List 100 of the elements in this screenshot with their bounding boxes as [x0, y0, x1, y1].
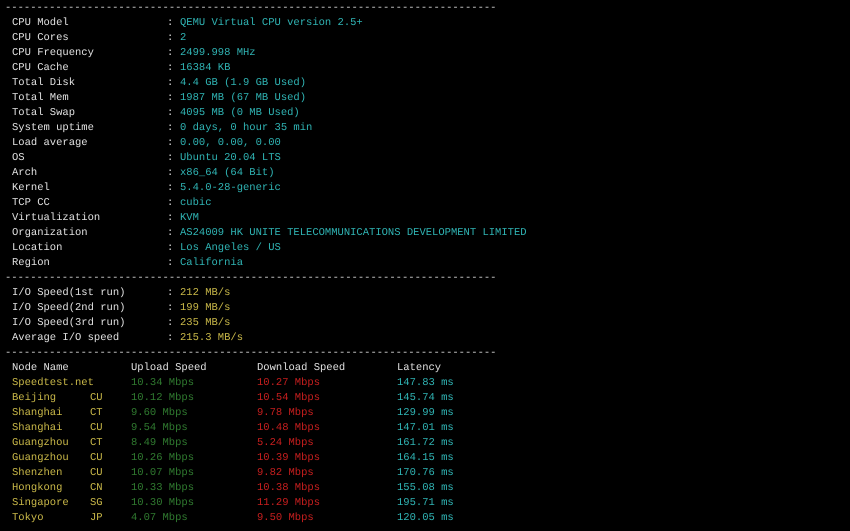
field-label: Total Swap: [12, 106, 76, 121]
field-value: KVM: [180, 211, 199, 226]
latency: 164.15 ms: [397, 451, 455, 466]
node-name: Beijing: [12, 391, 56, 406]
colon: :: [167, 301, 174, 316]
field-label: OS: [12, 151, 26, 166]
colon: :: [167, 166, 174, 181]
colon: :: [167, 181, 174, 196]
colon: :: [167, 196, 174, 211]
node-name: Shanghai: [12, 406, 62, 421]
download-speed: 10.27 Mbps: [257, 376, 322, 391]
download-speed: 9.78 Mbps: [257, 406, 315, 421]
latency: 120.05 ms: [397, 511, 455, 526]
isp-code: CU: [90, 451, 103, 466]
field-label: Kernel: [12, 181, 51, 196]
download-speed: 10.39 Mbps: [257, 451, 322, 466]
colon: :: [167, 106, 174, 121]
field-label: CPU Cache: [12, 61, 70, 76]
colon: :: [167, 256, 174, 271]
colon: :: [167, 76, 174, 91]
upload-speed: 10.33 Mbps: [131, 481, 196, 496]
latency: 129.99 ms: [397, 406, 455, 421]
field-label: Organization: [12, 226, 89, 241]
upload-speed: 10.26 Mbps: [131, 451, 196, 466]
node-name: Tokyo: [12, 511, 44, 526]
colon: :: [167, 136, 174, 151]
field-label: TCP CC: [12, 196, 51, 211]
field-value: California: [180, 256, 244, 271]
field-label: I/O Speed(2nd run): [12, 301, 126, 316]
field-value: 2499.998 MHz: [180, 46, 256, 61]
latency: 145.74 ms: [397, 391, 455, 406]
column-header: Node Name: [12, 361, 70, 376]
field-value: x86_64 (64 Bit): [180, 166, 275, 181]
field-value: cubic: [180, 196, 212, 211]
field-label: Location: [12, 241, 64, 256]
separator-line: ------------------------------------------------------------------------------: [5, 347, 496, 359]
field-value: Los Angeles / US: [180, 241, 281, 256]
latency: 195.71 ms: [397, 496, 455, 511]
separator-line: ------------------------------------------------------------------------------: [5, 2, 496, 14]
column-header: Latency: [397, 361, 442, 376]
field-value: 215.3 MB/s: [180, 331, 244, 346]
isp-code: CT: [90, 436, 103, 451]
isp-code: CN: [90, 481, 103, 496]
field-label: Total Mem: [12, 91, 70, 106]
field-label: System uptime: [12, 121, 95, 136]
field-label: Arch: [12, 166, 38, 181]
node-name: Guangzhou: [12, 436, 69, 451]
field-value: 4095 MB (0 MB Used): [180, 106, 300, 121]
field-value: 212 MB/s: [180, 286, 230, 301]
upload-speed: 10.07 Mbps: [131, 466, 196, 481]
colon: :: [167, 61, 174, 76]
colon: :: [167, 31, 174, 46]
colon: :: [167, 16, 174, 31]
field-label: CPU Cores: [12, 31, 70, 46]
field-label: CPU Frequency: [12, 46, 95, 61]
latency: 147.01 ms: [397, 421, 455, 436]
node-name: Shenzhen: [12, 466, 62, 481]
upload-speed: 4.07 Mbps: [131, 511, 189, 526]
field-value: 0 days, 0 hour 35 min: [180, 121, 312, 136]
isp-code: JP: [90, 511, 103, 526]
node-name: Speedtest.net: [12, 376, 94, 391]
field-label: CPU Model: [12, 16, 70, 31]
download-speed: 11.29 Mbps: [257, 496, 322, 511]
field-value: AS24009 HK UNITE TELECOMMUNICATIONS DEVELOPMENT LIMITED: [180, 226, 527, 241]
field-value: 1987 MB (67 MB Used): [180, 91, 306, 106]
isp-code: CU: [90, 466, 103, 481]
download-speed: 10.38 Mbps: [257, 481, 322, 496]
field-value: 2: [180, 31, 186, 46]
separator-line: ------------------------------------------------------------------------------: [5, 272, 496, 284]
field-value: 235 MB/s: [180, 316, 230, 331]
isp-code: CU: [90, 421, 103, 436]
colon: :: [167, 316, 174, 331]
field-label: Average I/O speed: [12, 331, 120, 346]
field-value: 0.00, 0.00, 0.00: [180, 136, 281, 151]
field-label: I/O Speed(3rd run): [12, 316, 126, 331]
latency: 147.83 ms: [397, 376, 455, 391]
colon: :: [167, 46, 174, 61]
upload-speed: 9.54 Mbps: [131, 421, 189, 436]
isp-code: CT: [90, 406, 103, 421]
field-value: 16384 KB: [180, 61, 230, 76]
node-name: Singapore: [12, 496, 69, 511]
download-speed: 5.24 Mbps: [257, 436, 315, 451]
download-speed: 10.54 Mbps: [257, 391, 322, 406]
node-name: Guangzhou: [12, 451, 69, 466]
upload-speed: 10.34 Mbps: [131, 376, 196, 391]
node-name: Hongkong: [12, 481, 62, 496]
latency: 161.72 ms: [397, 436, 455, 451]
colon: :: [167, 151, 174, 166]
field-label: Total Disk: [12, 76, 76, 91]
node-name: Shanghai: [12, 421, 62, 436]
column-header: Download Speed: [257, 361, 346, 376]
download-speed: 9.82 Mbps: [257, 466, 315, 481]
field-value: Ubuntu 20.04 LTS: [180, 151, 281, 166]
field-label: Virtualization: [12, 211, 102, 226]
colon: :: [167, 286, 174, 301]
isp-code: CU: [90, 391, 103, 406]
field-value: QEMU Virtual CPU version 2.5+: [180, 16, 363, 31]
colon: :: [167, 331, 174, 346]
latency: 155.08 ms: [397, 481, 455, 496]
upload-speed: 10.12 Mbps: [131, 391, 196, 406]
